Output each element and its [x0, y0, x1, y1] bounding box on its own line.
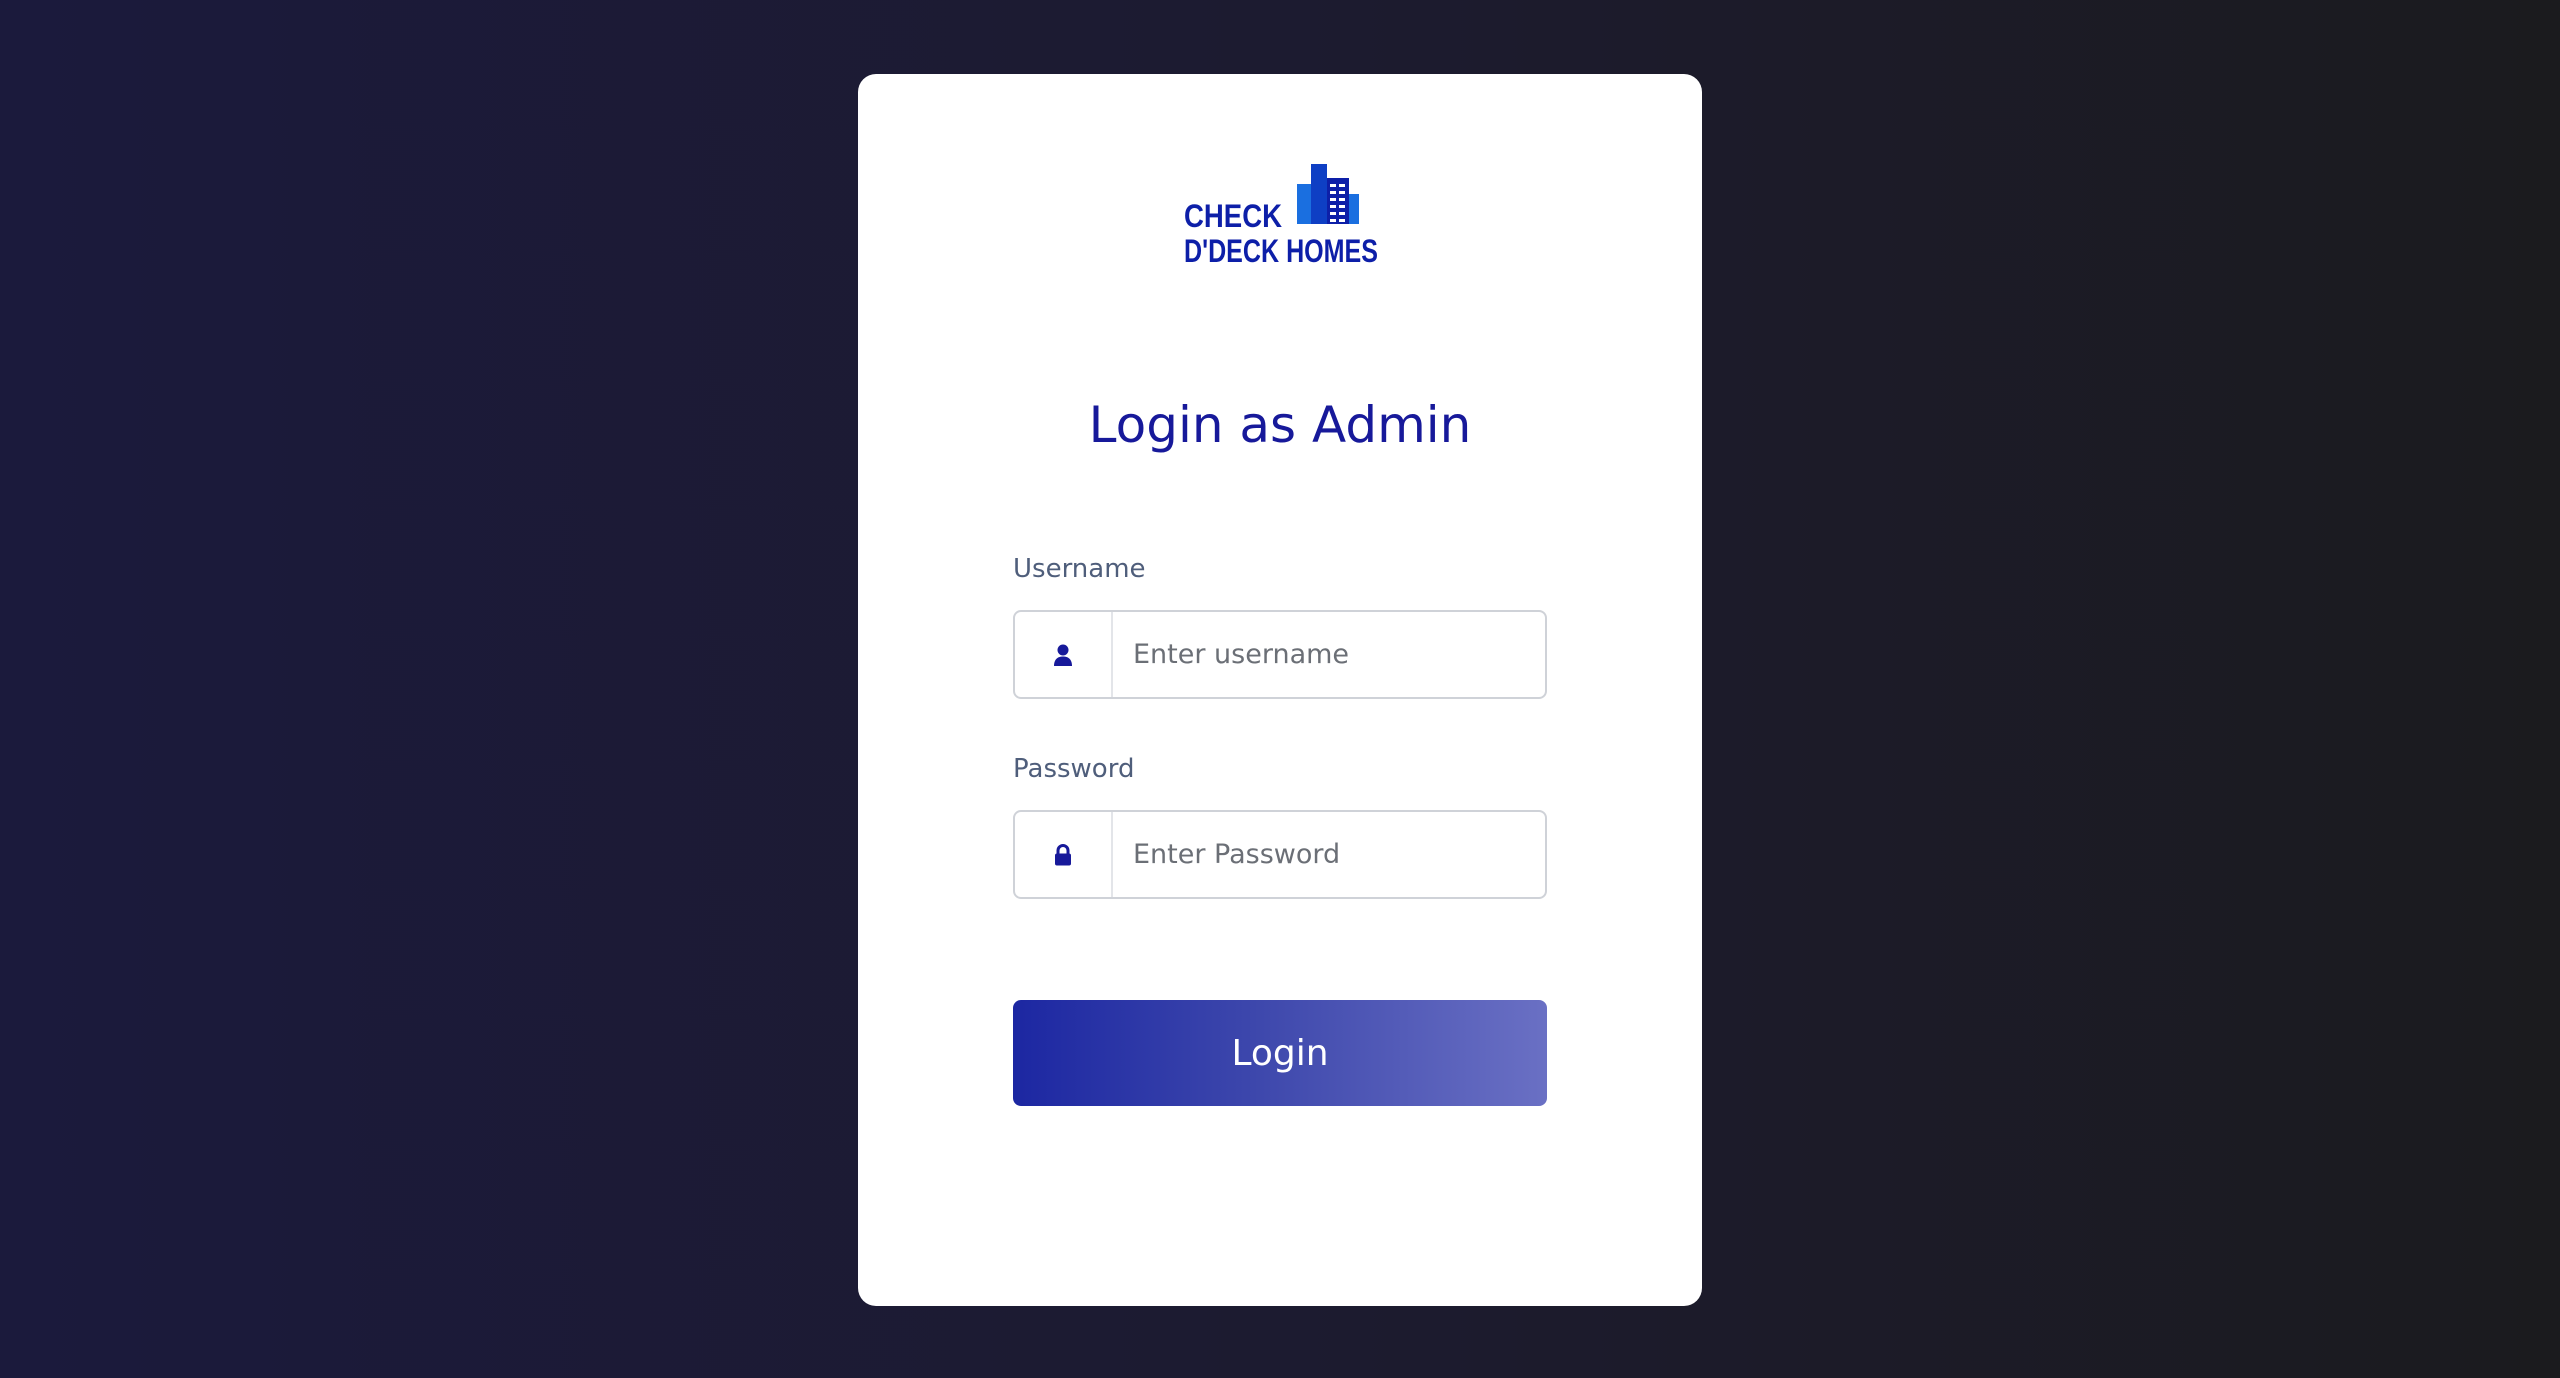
password-label: Password	[1013, 754, 1135, 784]
password-input[interactable]	[1113, 812, 1545, 897]
brand-line2: D'DECK HOMES	[1184, 233, 1378, 269]
brand-line1: CHECK	[1184, 198, 1282, 234]
brand-logo: CHECK D'DECK HOMES	[1182, 154, 1382, 278]
password-addon	[1015, 812, 1113, 897]
lock-icon	[1055, 843, 1071, 865]
buildings-icon: CHECK D'DECK HOMES	[1184, 164, 1378, 269]
password-input-group	[1013, 810, 1547, 899]
login-card: CHECK D'DECK HOMES Login as Admin Userna…	[858, 74, 1702, 1306]
login-button[interactable]: Login	[1013, 1000, 1547, 1106]
username-label: Username	[1013, 554, 1146, 584]
username-input[interactable]	[1113, 612, 1545, 697]
username-addon	[1015, 612, 1113, 697]
user-icon	[1054, 644, 1072, 666]
page-title: Login as Admin	[1088, 396, 1472, 454]
username-input-group	[1013, 610, 1547, 699]
